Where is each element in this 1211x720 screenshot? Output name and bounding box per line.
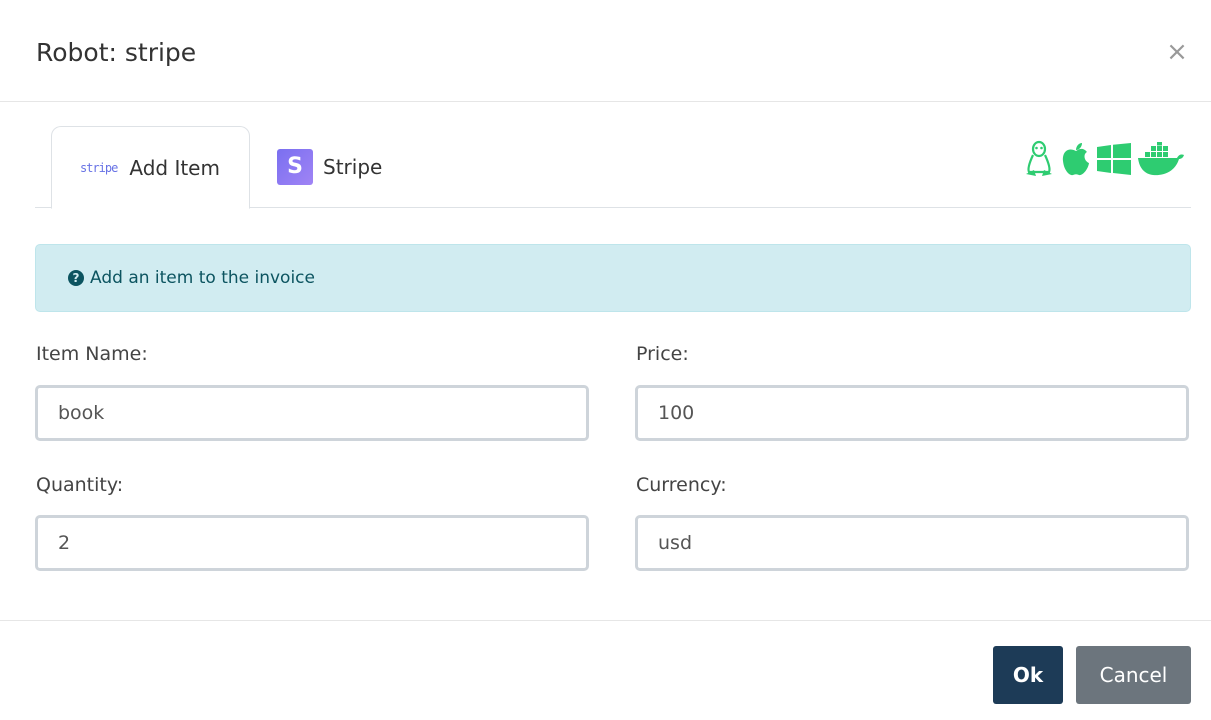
- cancel-button[interactable]: Cancel: [1076, 646, 1191, 704]
- info-alert: ? Add an item to the invoice: [35, 244, 1191, 312]
- windows-icon: [1097, 143, 1131, 175]
- tab-stripe[interactable]: S Stripe: [277, 126, 382, 208]
- tab-label: Stripe: [323, 155, 383, 179]
- price-label: Price:: [636, 343, 689, 365]
- stripe-s-icon: S: [277, 149, 313, 185]
- question-circle-icon: ?: [68, 270, 84, 286]
- stripe-wordmark-icon: stripe: [80, 160, 118, 175]
- currency-input[interactable]: [635, 515, 1189, 571]
- ok-button[interactable]: Ok: [993, 646, 1063, 704]
- item-name-label: Item Name:: [36, 343, 148, 365]
- quantity-label: Quantity:: [36, 474, 124, 496]
- modal-footer: Ok Cancel: [0, 620, 1211, 720]
- modal-title: Robot: stripe: [36, 38, 197, 67]
- platform-icons: [1023, 140, 1185, 178]
- quantity-input[interactable]: [35, 515, 589, 571]
- close-icon[interactable]: ×: [1165, 38, 1189, 66]
- modal-header: Robot: stripe ×: [0, 0, 1211, 102]
- tab-bar: stripe Add Item S Stripe: [35, 126, 1191, 209]
- currency-label: Currency:: [636, 474, 727, 496]
- linux-icon: [1026, 140, 1052, 176]
- tab-add-item[interactable]: stripe Add Item: [51, 126, 250, 209]
- item-name-input[interactable]: [35, 385, 589, 441]
- price-input[interactable]: [635, 385, 1189, 441]
- tab-label: Add Item: [129, 155, 220, 180]
- docker-icon: [1138, 142, 1184, 176]
- alert-text: Add an item to the invoice: [90, 268, 315, 288]
- apple-icon: [1062, 143, 1089, 176]
